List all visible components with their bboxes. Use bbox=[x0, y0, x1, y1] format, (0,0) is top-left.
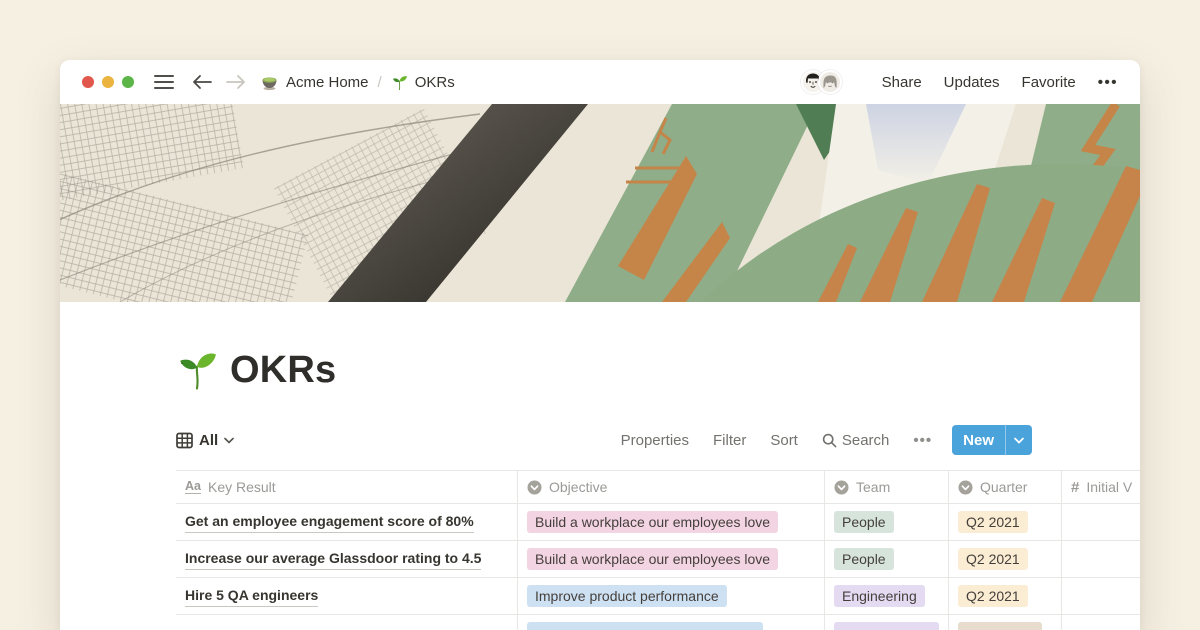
breadcrumb-workspace[interactable]: Acme Home bbox=[286, 74, 369, 91]
text-property-icon: Aa bbox=[185, 480, 201, 495]
page-title[interactable]: OKRs bbox=[230, 349, 336, 392]
quarter-cell[interactable]: Q2 2021 bbox=[948, 504, 1061, 540]
objective-tag[interactable]: Build a workplace our employees love bbox=[527, 511, 778, 533]
search-button[interactable]: Search bbox=[822, 432, 890, 449]
more-options-button[interactable]: ••• bbox=[1098, 74, 1118, 91]
filter-button[interactable]: Filter bbox=[713, 432, 746, 449]
team-cell[interactable] bbox=[824, 615, 948, 630]
page-header: OKRs bbox=[176, 346, 1140, 394]
quarter-cell[interactable]: Q2 2021 bbox=[948, 541, 1061, 577]
select-property-icon bbox=[834, 480, 849, 495]
page-icon-seedling[interactable] bbox=[176, 349, 218, 391]
table-row: Get an employee engagement score of 80% … bbox=[176, 503, 1140, 540]
column-header-team[interactable]: Team bbox=[824, 471, 948, 503]
number-property-icon: # bbox=[1071, 479, 1079, 496]
quarter-cell[interactable] bbox=[948, 615, 1061, 630]
okr-table: Aa Key Result Objective Team bbox=[176, 470, 1140, 630]
column-header-objective[interactable]: Objective bbox=[517, 471, 824, 503]
zoom-window-button[interactable] bbox=[122, 76, 134, 88]
new-button-chevron-icon[interactable] bbox=[1006, 425, 1032, 455]
sort-button[interactable]: Sort bbox=[770, 432, 798, 449]
team-tag[interactable]: Engineering bbox=[834, 585, 925, 607]
team-cell[interactable]: People bbox=[824, 504, 948, 540]
breadcrumb: Acme Home / OKRs bbox=[260, 73, 455, 91]
view-switcher[interactable]: All bbox=[176, 432, 234, 449]
objective-tag[interactable]: Improve product performance bbox=[527, 585, 727, 607]
team-cell[interactable]: Engineering bbox=[824, 578, 948, 614]
column-header-key-result[interactable]: Aa Key Result bbox=[176, 471, 517, 503]
team-tag[interactable] bbox=[834, 622, 939, 630]
properties-button[interactable]: Properties bbox=[621, 432, 689, 449]
window-titlebar: Acme Home / OKRs bbox=[60, 60, 1140, 104]
select-property-icon bbox=[958, 480, 973, 495]
new-button[interactable]: New bbox=[952, 425, 1032, 455]
avatar-user-2[interactable] bbox=[818, 70, 842, 94]
search-label: Search bbox=[842, 432, 890, 449]
seedling-icon bbox=[391, 74, 408, 91]
key-result-cell[interactable]: Hire 5 QA engineers bbox=[176, 578, 517, 614]
initial-value-cell[interactable] bbox=[1061, 615, 1140, 630]
forward-arrow-icon[interactable] bbox=[226, 74, 246, 90]
collaborator-avatars bbox=[801, 70, 842, 94]
key-result-cell[interactable]: Increase our average Glassdoor rating to… bbox=[176, 541, 517, 577]
close-window-button[interactable] bbox=[82, 76, 94, 88]
initial-value-cell[interactable] bbox=[1061, 541, 1140, 577]
objective-cell[interactable]: Build a workplace our employees love bbox=[517, 504, 824, 540]
column-header-initial-value[interactable]: # Initial V bbox=[1061, 471, 1140, 503]
database-toolbar: All Properties Filter Sort Search ••• Ne… bbox=[176, 424, 1140, 456]
objective-tag[interactable]: Build a workplace our employees love bbox=[527, 548, 778, 570]
quarter-cell[interactable]: Q2 2021 bbox=[948, 578, 1061, 614]
team-tag[interactable]: People bbox=[834, 548, 894, 570]
column-header-quarter[interactable]: Quarter bbox=[948, 471, 1061, 503]
initial-value-cell[interactable] bbox=[1061, 504, 1140, 540]
key-result-cell[interactable] bbox=[176, 615, 517, 630]
table-view-icon bbox=[176, 432, 193, 449]
team-cell[interactable]: People bbox=[824, 541, 948, 577]
quarter-tag[interactable]: Q2 2021 bbox=[958, 585, 1028, 607]
traffic-lights bbox=[82, 76, 134, 88]
table-row-partial bbox=[176, 614, 1140, 630]
objective-cell[interactable]: Build a workplace our employees love bbox=[517, 541, 824, 577]
favorite-button[interactable]: Favorite bbox=[1022, 74, 1076, 91]
toolbar-more-button[interactable]: ••• bbox=[913, 432, 932, 449]
minimize-window-button[interactable] bbox=[102, 76, 114, 88]
initial-value-cell[interactable] bbox=[1061, 578, 1140, 614]
objective-cell[interactable]: Improve product performance bbox=[517, 578, 824, 614]
quarter-tag[interactable]: Q2 2021 bbox=[958, 548, 1028, 570]
quarter-tag[interactable]: Q2 2021 bbox=[958, 511, 1028, 533]
updates-button[interactable]: Updates bbox=[944, 74, 1000, 91]
objective-cell[interactable] bbox=[517, 615, 824, 630]
table-header-row: Aa Key Result Objective Team bbox=[176, 470, 1140, 503]
share-button[interactable]: Share bbox=[882, 74, 922, 91]
select-property-icon bbox=[527, 480, 542, 495]
page-cover-image[interactable] bbox=[60, 104, 1140, 302]
key-result-cell[interactable]: Get an employee engagement score of 80% bbox=[176, 504, 517, 540]
workspace-pot-icon bbox=[260, 73, 279, 91]
search-icon bbox=[822, 433, 837, 448]
table-row: Hire 5 QA engineers Improve product perf… bbox=[176, 577, 1140, 614]
view-name: All bbox=[199, 432, 218, 449]
app-window: Acme Home / OKRs bbox=[60, 60, 1140, 630]
new-button-label[interactable]: New bbox=[952, 425, 1005, 455]
breadcrumb-separator: / bbox=[376, 74, 384, 91]
breadcrumb-page[interactable]: OKRs bbox=[415, 74, 455, 91]
chevron-down-icon bbox=[224, 437, 234, 444]
back-arrow-icon[interactable] bbox=[192, 74, 212, 90]
sidebar-menu-icon[interactable] bbox=[154, 74, 174, 90]
quarter-tag[interactable] bbox=[958, 622, 1042, 630]
objective-tag[interactable] bbox=[527, 622, 763, 630]
team-tag[interactable]: People bbox=[834, 511, 894, 533]
table-row: Increase our average Glassdoor rating to… bbox=[176, 540, 1140, 577]
